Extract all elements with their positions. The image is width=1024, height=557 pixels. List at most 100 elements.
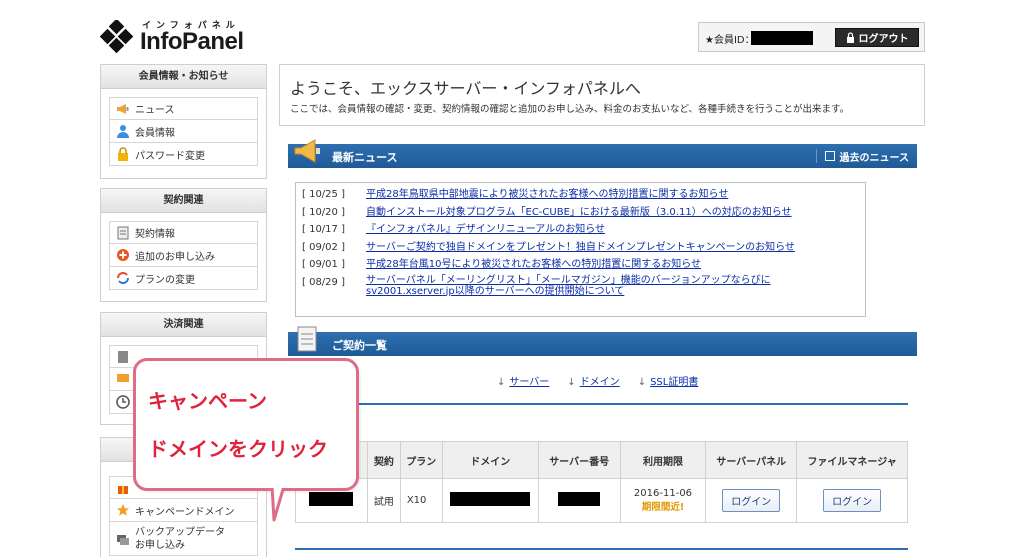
sidebar-item-label: キャンペーンドメイン bbox=[135, 506, 235, 518]
redacted-block bbox=[450, 492, 531, 506]
contracts-section-header: ご契約一覧 bbox=[288, 326, 917, 356]
past-news-link[interactable]: 過去のニュース bbox=[815, 149, 910, 164]
redacted-block bbox=[309, 492, 354, 506]
contract-anchor-links: ↓ サーバー ↓ ドメイン ↓ SSL証明書 bbox=[497, 373, 698, 388]
member-box: ★会員ID： ログアウト bbox=[698, 22, 925, 52]
news-link[interactable]: サーバーご契約で独自ドメインをプレゼント！独自ドメインプレゼントキャンペーンのお… bbox=[366, 240, 795, 255]
news-item: [ 10/17 ] 『インフォパネル』デザインリニューアルのお知らせ bbox=[302, 222, 859, 237]
sidebar-item-label: 会員情報 bbox=[135, 127, 175, 139]
anchor-domain[interactable]: ↓ ドメイン bbox=[567, 373, 619, 388]
backup-icon bbox=[117, 534, 129, 545]
news-item: [ 09/02 ] サーバーご契約で独自ドメインをプレゼント！独自ドメインプレゼ… bbox=[302, 240, 859, 255]
sidebar-item-news[interactable]: ニュース bbox=[109, 97, 258, 120]
news-list: [ 10/25 ] 平成28年鳥取県中部地震により被災されたお客様への特別措置に… bbox=[295, 182, 866, 317]
table-header: ファイルマネージャ bbox=[796, 441, 908, 479]
sidebar-item-label: 契約情報 bbox=[135, 229, 175, 240]
diamond-logo-icon bbox=[100, 20, 134, 54]
table-header-row: 契約 プラン ドメイン サーバー番号 利用期限 サーバーパネル ファイルマネージ… bbox=[295, 441, 908, 479]
news-date: [ 10/17 ] bbox=[302, 224, 345, 235]
news-date: [ 08/29 ] bbox=[302, 276, 345, 288]
news-date: [ 09/01 ] bbox=[302, 259, 345, 270]
sidebar-item-additional-order[interactable]: 追加のお申し込み bbox=[109, 244, 258, 267]
table-header: 契約 bbox=[366, 441, 401, 479]
table-header: プラン bbox=[399, 441, 443, 479]
member-id-label: ★会員ID： bbox=[705, 35, 755, 46]
news-item: [ 10/25 ] 平成28年鳥取県中部地震により被災されたお客様への特別措置に… bbox=[302, 187, 859, 202]
server-number-cell bbox=[537, 478, 621, 523]
domain-table-divider bbox=[295, 548, 908, 550]
sidebar-item-member-info[interactable]: 会員情報 bbox=[109, 120, 258, 143]
sidebar-item-label: パスワード変更 bbox=[135, 150, 205, 162]
sidebar-section-title: 契約関連 bbox=[101, 189, 266, 213]
expiry-date: 2016-11-06 bbox=[633, 488, 693, 499]
lock-icon bbox=[118, 147, 128, 161]
domain-cell bbox=[441, 478, 539, 523]
sidebar-item-label: プランの変更 bbox=[135, 274, 195, 286]
infopanel-logo[interactable]: インフォパネル InfoPanel bbox=[100, 16, 260, 56]
sidebar-member-section: 会員情報・お知らせ ニュース 会員情報 パスワード変更 bbox=[100, 64, 267, 179]
page-description: ここでは、会員情報の確認・変更、契約情報の確認と追加のお申し込み、料金のお支払い… bbox=[290, 104, 850, 115]
sidebar-item-label: 追加のお申し込み bbox=[135, 251, 215, 263]
news-link[interactable]: 自動インストール対象プログラム「EC-CUBE」における最新版（3.0.11）へ… bbox=[366, 205, 792, 220]
welcome-box: ようこそ、エックスサーバー・インフォパネルへ ここでは、会員情報の確認・変更、契… bbox=[279, 64, 925, 126]
server-contract-table: 契約 プラン ドメイン サーバー番号 利用期限 サーバーパネル ファイルマネージ… bbox=[295, 441, 908, 523]
status-cell: 試用 bbox=[366, 478, 401, 523]
annotation-callout: キャンペーン ドメインをクリック bbox=[133, 358, 359, 491]
arrow-down-icon: ↓ bbox=[567, 377, 576, 388]
file-manager-login-button[interactable]: ログイン bbox=[823, 489, 882, 512]
person-icon bbox=[117, 125, 129, 138]
sidebar-item-campaign-domain[interactable]: キャンペーンドメイン bbox=[109, 499, 258, 522]
chat-icon bbox=[117, 374, 129, 382]
sidebar-item-contract-info[interactable]: 契約情報 bbox=[109, 221, 258, 244]
news-link[interactable]: 平成28年台風10号により被災されたお客様への特別措置に関するお知らせ bbox=[366, 257, 701, 272]
sidebar-item-backup[interactable]: バックアップデータ お申し込み bbox=[109, 522, 258, 556]
window-icon bbox=[824, 151, 835, 161]
logout-button[interactable]: ログアウト bbox=[835, 28, 919, 47]
news-item: [ 09/01 ] 平成28年台風10号により被災されたお客様への特別措置に関す… bbox=[302, 257, 859, 272]
sidebar-item-password[interactable]: パスワード変更 bbox=[109, 143, 258, 166]
expiry-cell: 2016-11-06 期限間近! bbox=[619, 478, 707, 523]
sidebar-item-plan-change[interactable]: プランの変更 bbox=[109, 267, 258, 290]
news-item: [ 08/29 ] サーバーパネル「メーリングリスト」「メールマガジン」機能のバ… bbox=[302, 275, 859, 297]
clock-icon bbox=[116, 395, 130, 409]
refresh-icon bbox=[117, 272, 129, 284]
sidebar-section-title: 会員情報・お知らせ bbox=[101, 65, 266, 89]
calculator-icon bbox=[118, 350, 128, 363]
member-id-redacted bbox=[751, 31, 813, 45]
callout-line-2: ドメインをクリック bbox=[148, 437, 328, 461]
table-header: サーバーパネル bbox=[705, 441, 798, 479]
news-item: [ 10/20 ] 自動インストール対象プログラム「EC-CUBE」における最新… bbox=[302, 205, 859, 220]
news-date: [ 10/20 ] bbox=[302, 206, 345, 218]
sidebar-item-label: ニュース bbox=[135, 105, 175, 116]
anchor-ssl[interactable]: ↓ SSL証明書 bbox=[638, 373, 699, 388]
news-link[interactable]: 平成28年鳥取県中部地震により被災されたお客様への特別措置に関するお知らせ bbox=[366, 187, 728, 202]
news-date: [ 10/25 ] bbox=[302, 189, 345, 200]
page-title: ようこそ、エックスサーバー・インフォパネルへ bbox=[290, 79, 641, 98]
news-link[interactable]: サーバーパネル「メーリングリスト」「メールマガジン」機能のバージョンアップならび… bbox=[366, 275, 859, 297]
news-date: [ 09/02 ] bbox=[302, 241, 345, 253]
contracts-section-title: ご契約一覧 bbox=[332, 339, 387, 352]
callout-tail bbox=[270, 486, 290, 522]
server-panel-cell: ログイン bbox=[705, 478, 798, 523]
plan-cell: X10 bbox=[399, 478, 443, 523]
table-row: 試用 X10 2016-11-06 期限間近! ログイン ログイン bbox=[295, 478, 908, 523]
megaphone-icon bbox=[117, 103, 129, 114]
arrow-down-icon: ↓ bbox=[637, 377, 647, 388]
expiry-warning: 期限間近! bbox=[641, 502, 685, 513]
past-news-label: 過去のニュース bbox=[839, 152, 910, 164]
anchor-server[interactable]: ↓ サーバー bbox=[497, 373, 549, 388]
news-link[interactable]: 『インフォパネル』デザインリニューアルのお知らせ bbox=[366, 222, 605, 237]
document-icon bbox=[117, 226, 129, 239]
server-table-divider bbox=[295, 403, 908, 405]
lock-icon bbox=[846, 32, 854, 43]
plus-circle-icon bbox=[117, 249, 129, 261]
server-panel-login-button[interactable]: ログイン bbox=[722, 489, 781, 512]
table-header: ドメイン bbox=[441, 441, 539, 479]
gift-icon bbox=[118, 485, 128, 494]
news-section-header: 最新ニュース 過去のニュース bbox=[288, 139, 917, 168]
logo-name: InfoPanel bbox=[140, 28, 244, 55]
table-header: サーバー番号 bbox=[537, 441, 621, 479]
logout-label: ログアウト bbox=[858, 34, 909, 45]
megaphone-icon bbox=[294, 139, 320, 163]
arrow-down-icon: ↓ bbox=[497, 377, 506, 388]
